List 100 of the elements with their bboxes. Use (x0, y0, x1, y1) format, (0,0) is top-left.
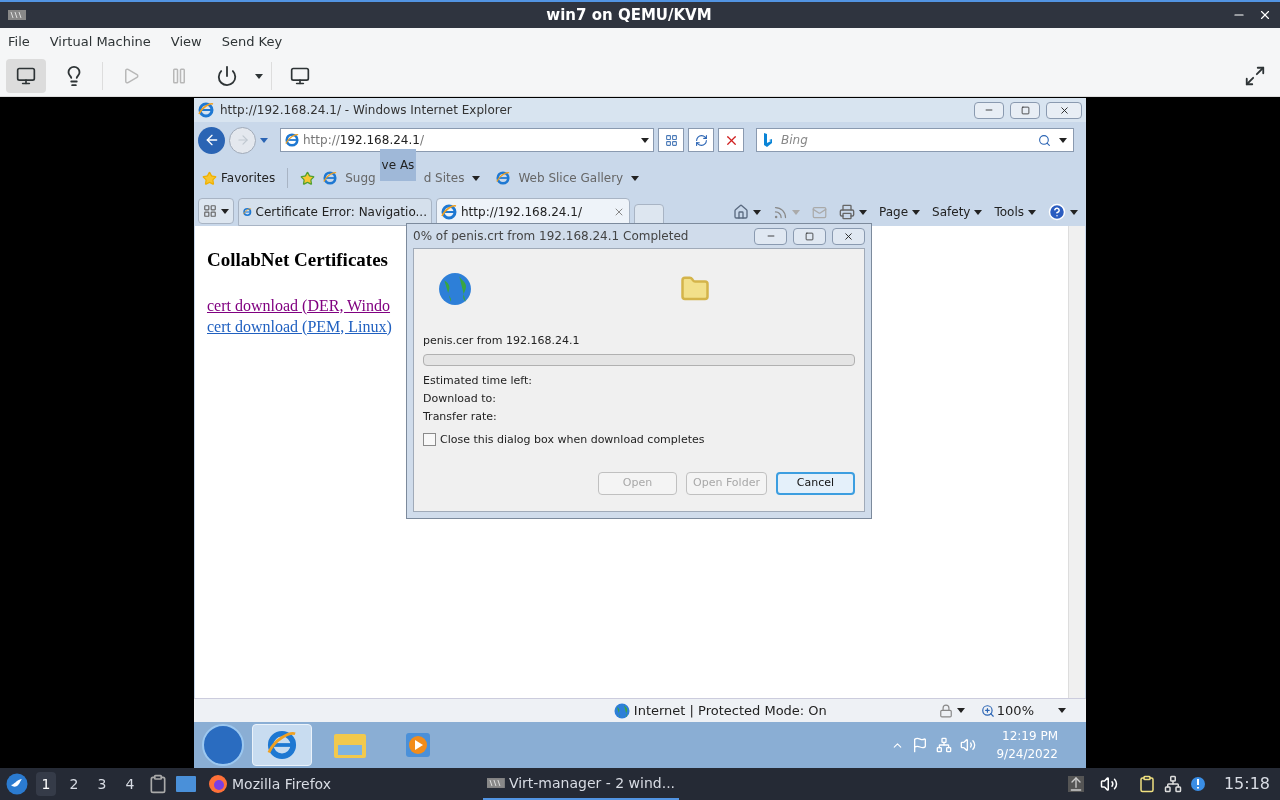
ie-icon (323, 171, 338, 185)
caret-icon (1028, 209, 1036, 215)
flag-icon[interactable] (912, 737, 929, 753)
ie-icon (496, 171, 511, 185)
back-button[interactable] (198, 126, 225, 154)
dialog-button[interactable]: Cancel (776, 472, 855, 495)
taskbar-button[interactable] (252, 724, 312, 766)
search-caret-icon (1059, 137, 1067, 143)
eject-icon[interactable] (1067, 776, 1084, 792)
menu-item[interactable]: Send Key (221, 32, 283, 52)
caret-icon (859, 209, 867, 215)
media-player-icon (405, 732, 431, 758)
grid-icon (664, 133, 678, 147)
caret-icon (753, 209, 761, 215)
address-text: http://192.168.24.1/ (303, 132, 425, 149)
search-field[interactable]: Bing (756, 128, 1074, 152)
file-manager-icon[interactable] (148, 774, 168, 794)
field-label: Download to: (423, 390, 497, 407)
pause-icon (170, 67, 188, 85)
home-icon[interactable] (733, 204, 749, 220)
field-label: Transfer rate: (423, 408, 498, 425)
power-icon (216, 65, 238, 87)
zoom-icon[interactable] (980, 703, 995, 718)
download-link[interactable]: cert download (PEM, Linux) (207, 315, 392, 337)
menu-item[interactable]: Virtual Machine (49, 32, 151, 52)
new-tab-button[interactable] (634, 204, 664, 226)
workspace-button[interactable]: 3 (92, 772, 112, 796)
task-button[interactable]: Virt-manager - 2 wind... (483, 768, 680, 800)
security-zone: Internet | Protected Mode: On (633, 701, 827, 720)
help-icon[interactable] (1048, 203, 1066, 221)
refresh-icon (694, 133, 708, 147)
page-heading: CollabNet Certificates (207, 248, 388, 272)
zoom-level[interactable]: 100% (996, 700, 1034, 721)
bird-icon[interactable] (6, 773, 28, 795)
address-field[interactable]: http://192.168.24.1/ (280, 128, 654, 152)
globe-icon (613, 702, 630, 719)
monitor-button[interactable] (6, 59, 46, 93)
command-menu[interactable]: Page (879, 203, 921, 221)
minimize-button[interactable] (974, 101, 1004, 119)
volume-icon[interactable] (1099, 775, 1118, 793)
ie-icon (198, 102, 214, 118)
menu-item[interactable]: File (8, 32, 30, 52)
restore-button[interactable] (1010, 101, 1040, 119)
menu-item[interactable]: View (170, 32, 202, 52)
caret-icon (1058, 708, 1066, 713)
caret-icon (472, 175, 481, 181)
browser-tab[interactable]: Certificate Error: Navigatio... (238, 198, 432, 226)
compatibility-button[interactable] (658, 128, 684, 152)
tab-label: Certificate Error: Navigatio... (255, 204, 427, 221)
command-menu[interactable]: Safety (932, 203, 983, 221)
favorites-button[interactable]: Favorites (202, 169, 276, 187)
fullscreen-icon[interactable] (1244, 65, 1266, 87)
suggested-sites-text[interactable]: Sugg (345, 169, 376, 187)
star-icon (202, 170, 217, 186)
command-menu[interactable]: Tools (994, 203, 1036, 221)
browser-tab[interactable]: http://192.168.24.1/ (436, 198, 630, 226)
clipboard-icon[interactable] (1137, 775, 1156, 793)
search-icon[interactable] (1038, 133, 1051, 147)
window-title: win7 on QEMU/KVM (545, 4, 713, 26)
notification-icon[interactable] (1189, 775, 1208, 793)
lock-icon[interactable] (938, 703, 953, 718)
workspace-button[interactable]: 2 (64, 772, 84, 796)
print-icon[interactable] (839, 204, 855, 220)
close-button[interactable] (832, 227, 865, 245)
forward-arrow-icon (235, 133, 250, 147)
firefox-icon (208, 774, 228, 794)
close-icon (1058, 104, 1070, 116)
caret-icon (792, 209, 800, 215)
close-icon[interactable] (1258, 8, 1272, 22)
caret-icon (631, 175, 640, 181)
dialog-title: 0% of penis.crt from 192.168.24.1 Completed (413, 228, 690, 245)
ie-window-title: http://192.168.24.1/ - Windows Internet Explorer (220, 102, 513, 119)
maximize-button[interactable] (793, 227, 826, 245)
workspace-button[interactable]: 1 (36, 772, 56, 796)
workspace-button[interactable]: 4 (120, 772, 140, 796)
start-button[interactable] (202, 724, 244, 766)
checkbox[interactable] (423, 433, 436, 447)
caret-icon (956, 708, 965, 713)
checkbox-label[interactable]: Close this dialog box when download completes (440, 431, 705, 448)
panel-clock[interactable]: 15:18 (1223, 772, 1270, 796)
quick-tabs-button[interactable] (198, 198, 234, 224)
folder-icon (333, 731, 367, 759)
add-favorite-icon[interactable] (300, 170, 316, 186)
network-icon[interactable] (1163, 775, 1182, 793)
close-button[interactable] (1046, 101, 1082, 119)
feeds-icon[interactable] (773, 204, 788, 220)
dropdown-caret-icon (255, 73, 263, 79)
stop-button[interactable] (718, 128, 744, 152)
task-button[interactable]: Mozilla Firefox (204, 768, 336, 800)
search-placeholder: Bing (781, 132, 809, 149)
window-icon[interactable] (176, 775, 196, 793)
close-tab-icon[interactable] (613, 206, 625, 218)
web-slice-gallery-link[interactable]: Web Slice Gallery (518, 169, 624, 187)
app-icon (487, 778, 505, 788)
minimize-button[interactable] (754, 227, 787, 245)
ie-icon (285, 133, 299, 147)
quick-tabs-icon (203, 204, 217, 218)
suggested-sites-text-end[interactable]: d Sites (423, 169, 465, 187)
download-link[interactable]: cert download (DER, Windo (207, 294, 391, 316)
refresh-button[interactable] (688, 128, 714, 152)
